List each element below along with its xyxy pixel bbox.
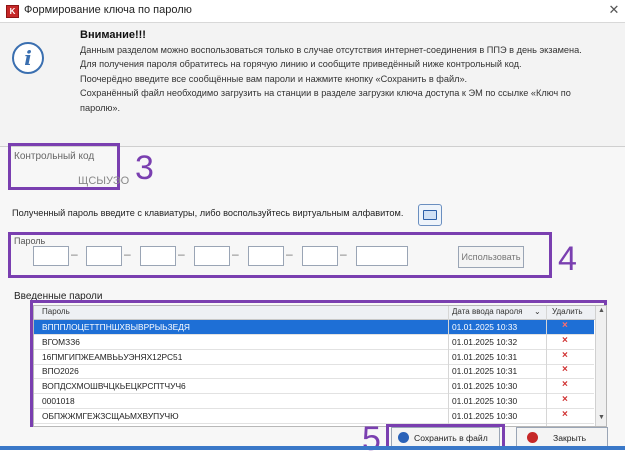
keyboard-icon xyxy=(423,210,437,220)
marker-5: 5 xyxy=(362,420,381,458)
table-row[interactable]: ВПППЛОЦЕТТПНШХВЫВРРЫЬЗЕДЯ 01.01.2025 10:3… xyxy=(34,320,594,335)
close-button[interactable]: Закрыть xyxy=(516,427,608,447)
password-cell: ВПО2026 xyxy=(42,366,79,377)
date-cell: 01.01.2025 10:31 xyxy=(452,366,518,377)
notice-line: Данным разделом можно воспользоваться то… xyxy=(80,45,582,55)
notice-line: Для получения пароля обратитесь на горяч… xyxy=(80,59,522,70)
date-cell: 01.01.2025 10:30 xyxy=(452,410,518,421)
password-label: Пароль xyxy=(14,236,46,246)
password-cell: ОБПЖЖМГЕЖЗСЩАЬМХВУПУЧЮ xyxy=(42,410,179,421)
column-header-date[interactable]: Дата ввода пароля xyxy=(452,307,522,316)
column-header-password[interactable]: Пароль xyxy=(42,307,70,316)
passwords-table: Пароль Дата ввода пароля ⌄ Удалить ВПППЛ… xyxy=(33,305,607,427)
control-code-value: ЩСЫУЭО xyxy=(78,175,130,187)
dash: – xyxy=(178,247,185,261)
date-cell: 01.01.2025 10:32 xyxy=(452,336,518,347)
close-button-icon xyxy=(527,432,538,443)
table-header: Пароль Дата ввода пароля ⌄ Удалить xyxy=(34,306,606,320)
app-icon: K xyxy=(6,5,19,18)
virtual-keyboard-button[interactable] xyxy=(418,204,442,226)
notice-line: паролю». xyxy=(80,102,121,113)
delete-icon[interactable]: × xyxy=(562,350,568,361)
dash: – xyxy=(232,247,239,261)
date-cell: 01.01.2025 10:31 xyxy=(452,351,518,362)
column-divider xyxy=(546,306,547,426)
password-cell: ВПППЛОЦЕТТПНШХВЫВРРЫЬЗЕДЯ xyxy=(42,322,190,332)
sort-icon[interactable]: ⌄ xyxy=(534,307,541,316)
notice-line: Поочерёдно введите все сообщённые вам па… xyxy=(80,73,468,84)
dash: – xyxy=(286,247,293,261)
password-field-1[interactable] xyxy=(33,246,69,266)
table-row[interactable]: ВПО2026 01.01.2025 10:31 × xyxy=(34,364,594,380)
delete-icon[interactable]: × xyxy=(562,320,568,331)
table-row[interactable]: ОБПЖЖМГЕЖЗСЩАЬМХВУПУЧЮ 01.01.2025 10:30 × xyxy=(34,409,594,424)
scroll-up-icon[interactable]: ▲ xyxy=(596,307,606,317)
password-cell: 16ПМГИПЖЕАМВЬЬУЭНЯХ12РС51 xyxy=(42,351,183,362)
column-header-delete[interactable]: Удалить xyxy=(552,307,583,316)
delete-icon[interactable]: × xyxy=(562,364,568,375)
dash: – xyxy=(71,247,78,261)
dash: – xyxy=(340,247,347,261)
vertical-scrollbar[interactable]: ▲ ▼ xyxy=(595,306,606,426)
date-cell: 01.01.2025 10:30 xyxy=(452,396,518,406)
table-row[interactable]: ВОПДСХМОШВЧЦКЬЕЦКРСПТЧУЧ6 01.01.2025 10:3… xyxy=(34,379,594,395)
save-button-label: Сохранить в файл xyxy=(414,433,488,443)
window-bottom-border xyxy=(0,446,625,450)
password-cell: 0001018 xyxy=(42,396,75,406)
table-row[interactable]: 0001018 01.01.2025 10:30 × xyxy=(34,394,594,409)
close-icon[interactable]: ✕ xyxy=(607,2,621,18)
table-row[interactable]: ВГОМЗЗ6 01.01.2025 10:32 × xyxy=(34,335,594,350)
delete-icon[interactable]: × xyxy=(562,409,568,420)
marker-3: 3 xyxy=(135,149,154,187)
use-button[interactable]: Использовать xyxy=(458,246,524,268)
notice-body: Данным разделом можно воспользоваться то… xyxy=(80,43,610,115)
password-field-7[interactable] xyxy=(356,246,408,266)
password-field-2[interactable] xyxy=(86,246,122,266)
window-title: Формирование ключа по паролю xyxy=(24,4,192,16)
delete-icon[interactable]: × xyxy=(562,394,568,405)
table-row[interactable]: 16ПМГИПЖЕАМВЬЬУЭНЯХ12РС51 01.01.2025 10:3… xyxy=(34,350,594,365)
delete-icon[interactable]: × xyxy=(562,335,568,346)
control-code-label: Контрольный код xyxy=(14,151,95,162)
close-button-label: Закрыть xyxy=(553,433,587,443)
date-cell: 01.01.2025 10:30 xyxy=(452,381,518,392)
info-icon: i xyxy=(12,42,44,74)
password-cell: ВГОМЗЗ6 xyxy=(42,336,80,347)
save-to-file-button[interactable]: Сохранить в файл xyxy=(391,427,500,447)
password-cell: ВОПДСХМОШВЧЦКЬЕЦКРСПТЧУЧ6 xyxy=(42,381,186,392)
date-cell: 01.01.2025 10:33 xyxy=(452,322,518,332)
delete-icon[interactable]: × xyxy=(562,379,568,390)
column-divider xyxy=(448,306,449,426)
password-field-4[interactable] xyxy=(194,246,230,266)
instruction-text: Полученный пароль введите с клавиатуры, … xyxy=(12,208,404,218)
dash: – xyxy=(124,247,131,261)
scroll-down-icon[interactable]: ▼ xyxy=(596,414,606,424)
password-field-3[interactable] xyxy=(140,246,176,266)
save-icon xyxy=(398,432,409,443)
password-field-5[interactable] xyxy=(248,246,284,266)
notice-title: Внимание!!! xyxy=(80,29,146,41)
password-field-6[interactable] xyxy=(302,246,338,266)
marker-4: 4 xyxy=(558,240,577,278)
notice-line: Сохранённый файл необходимо загрузить на… xyxy=(80,88,571,99)
